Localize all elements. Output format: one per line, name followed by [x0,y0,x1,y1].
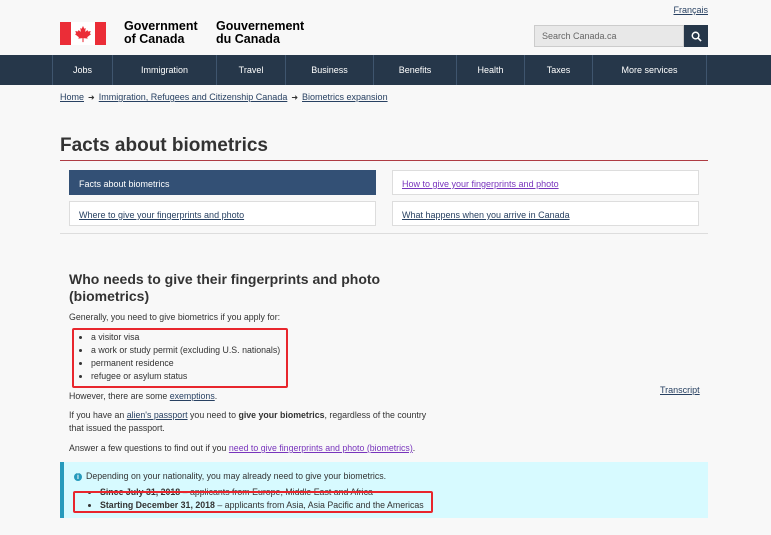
highlight-box [73,491,433,513]
site-header: Français Government of Canada Gouverneme… [0,0,771,55]
section-heading: Who needs to give their fingerprints and… [69,271,381,304]
tile-facts-about-biometrics[interactable]: Facts about biometrics [69,170,376,195]
what-happens-link[interactable]: What happens when you arrive in Canada [402,210,570,220]
menu-item-jobs[interactable]: Jobs [52,55,113,85]
alien-passport-link[interactable]: alien's passport [127,410,188,420]
intro-text: Generally, you need to give biometrics i… [69,312,281,322]
exemptions-link[interactable]: exemptions [170,391,215,401]
menu-item-more-services[interactable]: More services [593,55,707,85]
highlight-box [72,328,288,388]
answer-questions-text: Answer a few questions to find out if yo… [69,443,416,453]
exemptions-text: However, there are some exemptions. [69,391,218,401]
breadcrumb-ircc[interactable]: Immigration, Refugees and Citizenship Ca… [99,92,288,102]
where-to-give-link[interactable]: Where to give your fingerprints and phot… [79,210,244,220]
alert-text: Depending on your nationality, you may a… [86,471,387,481]
tile-how-to-give: How to give your fingerprints and photo [392,170,699,195]
biometrics-tool-link[interactable]: need to give fingerprints and photo (bio… [229,443,413,453]
menu-item-health[interactable]: Health [457,55,525,85]
government-signature-fr[interactable]: Gouvernement du Canada [216,20,304,46]
canada-flag-icon [60,22,106,45]
search-icon [691,31,702,42]
menu-item-benefits[interactable]: Benefits [374,55,457,85]
page-title: Facts about biometrics [60,135,268,156]
how-to-give-link[interactable]: How to give your fingerprints and photo [402,179,559,189]
breadcrumb-biometrics-expansion[interactable]: Biometrics expansion [302,92,388,102]
info-icon: i [74,473,82,481]
menu-item-taxes[interactable]: Taxes [525,55,593,85]
language-toggle-link[interactable]: Français [673,5,708,15]
transcript-link[interactable]: Transcript [660,385,700,395]
site-search: Search Canada.ca [534,25,708,47]
breadcrumb-home[interactable]: Home [60,92,84,102]
title-underline [60,160,708,161]
section-divider [60,233,708,234]
menu-item-immigration[interactable]: Immigration [113,55,217,85]
breadcrumb: Home ➜ Immigration, Refugees and Citizen… [60,92,388,102]
search-button[interactable] [684,25,708,47]
tile-where-to-give: Where to give your fingerprints and phot… [69,201,376,226]
alien-passport-text: If you have an alien's passport you need… [69,410,427,433]
main-menu: Jobs Immigration Travel Business Benefit… [0,55,771,85]
menu-item-business[interactable]: Business [286,55,374,85]
arrow-right-icon: ➜ [291,92,299,102]
government-signature-en[interactable]: Government of Canada [124,20,198,46]
menu-item-travel[interactable]: Travel [217,55,286,85]
arrow-right-icon: ➜ [88,92,95,102]
tile-what-happens: What happens when you arrive in Canada [392,201,699,226]
search-input[interactable]: Search Canada.ca [534,25,684,47]
